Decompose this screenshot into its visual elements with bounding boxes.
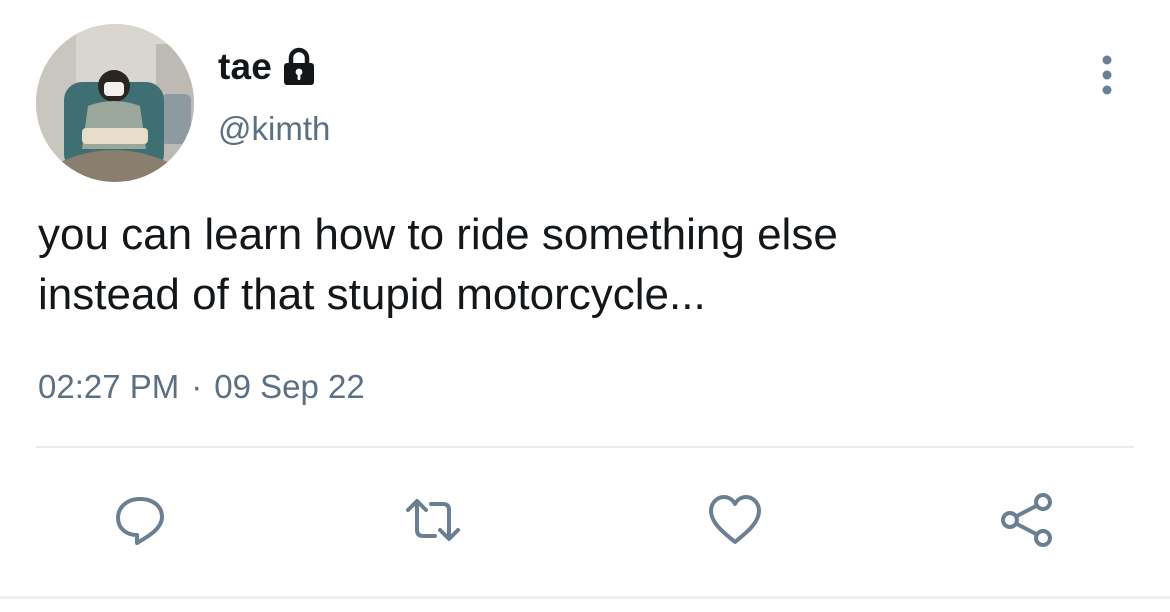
tweet-date: 09 Sep 22 <box>214 368 365 405</box>
divider <box>36 446 1134 448</box>
tweet-timestamp[interactable]: 02:27 PM · 09 Sep 22 <box>38 368 365 406</box>
lock-icon <box>281 47 317 87</box>
share-button[interactable] <box>995 488 1059 552</box>
share-icon <box>1001 493 1052 547</box>
author-name-row[interactable]: tae <box>218 42 317 92</box>
author-handle[interactable]: @kimth <box>218 110 330 148</box>
like-button[interactable] <box>703 488 767 552</box>
more-options-icon[interactable] <box>1092 52 1122 98</box>
reply-button[interactable] <box>108 488 172 552</box>
tweet-card: tae @kimth you can learn how to ride som… <box>0 0 1170 612</box>
timestamp-separator: · <box>191 368 203 405</box>
avatar[interactable] <box>36 24 194 182</box>
retweet-button[interactable] <box>401 488 465 552</box>
reply-icon <box>116 497 164 545</box>
bottom-border <box>0 596 1170 599</box>
heart-icon <box>709 495 761 544</box>
tweet-time: 02:27 PM <box>38 368 180 405</box>
tweet-text: you can learn how to ride something else… <box>38 210 838 319</box>
avatar-photo <box>36 24 194 182</box>
author-display-name[interactable]: tae <box>218 46 272 88</box>
retweet-icon <box>406 499 460 541</box>
